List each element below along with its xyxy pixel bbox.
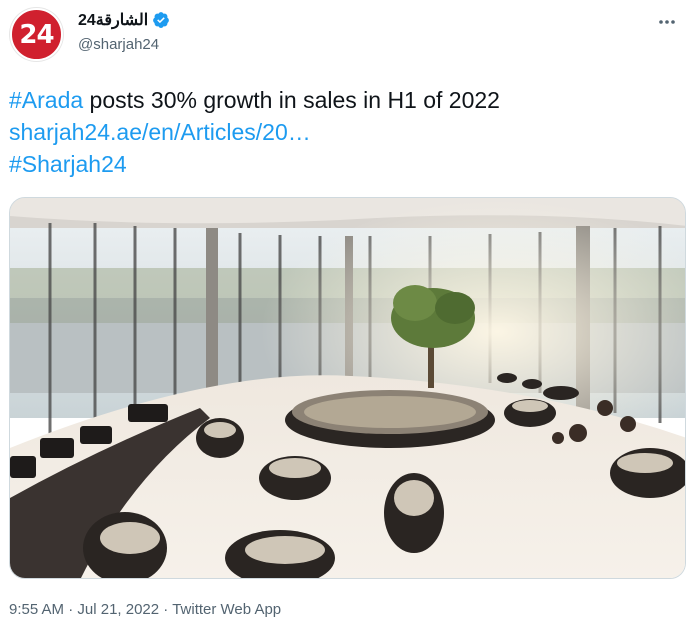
tweet-time[interactable]: 9:55 AM xyxy=(9,601,64,618)
hashtag-arada[interactable]: #Arada xyxy=(9,87,83,113)
tweet-text: #Arada posts 30% growth in sales in H1 o… xyxy=(9,84,679,180)
tweet-photo[interactable] xyxy=(9,197,686,579)
tweet-date[interactable]: Jul 21, 2022 xyxy=(77,601,159,618)
display-name[interactable]: الشارقة24 xyxy=(78,10,148,30)
meta-separator: · xyxy=(64,601,78,618)
photo-illustration xyxy=(10,198,685,578)
avatar[interactable]: 24 xyxy=(10,8,63,61)
meta-separator: · xyxy=(159,601,173,618)
more-options-button[interactable] xyxy=(655,10,679,34)
tweet-meta: 9:55 AM · Jul 21, 2022 · Twitter Web App xyxy=(9,601,281,618)
author-block: الشارقة24 @sharjah24 xyxy=(78,10,170,53)
article-link[interactable]: sharjah24.ae/en/Articles/20… xyxy=(9,116,679,148)
avatar-label: 24 xyxy=(19,19,54,50)
hashtag-sharjah24[interactable]: #Sharjah24 xyxy=(9,148,679,180)
tweet: 24 الشارقة24 @sharjah24 #Arada posts 30%… xyxy=(0,0,691,628)
handle[interactable]: @sharjah24 xyxy=(78,36,170,53)
tweet-body: posts 30% growth in sales in H1 of 2022 xyxy=(83,87,500,113)
name-row: الشارقة24 xyxy=(78,10,170,30)
tweet-line-1: #Arada posts 30% growth in sales in H1 o… xyxy=(9,84,679,116)
more-horizontal-icon xyxy=(659,20,675,24)
tweet-source: Twitter Web App xyxy=(172,601,282,618)
verified-badge-icon xyxy=(153,12,170,28)
